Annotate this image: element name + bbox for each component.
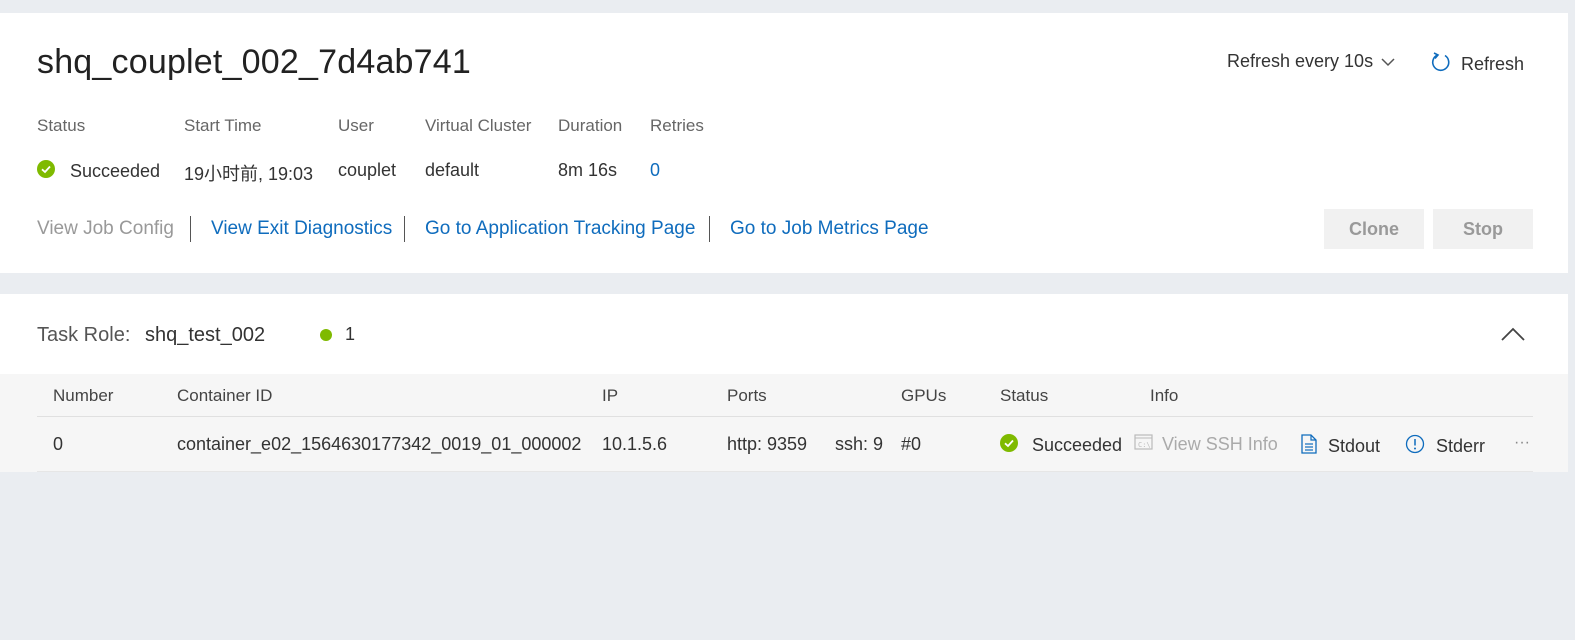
row-divider <box>37 471 1533 472</box>
task-count: 1 <box>320 324 355 345</box>
svg-text:C:\: C:\ <box>1138 441 1151 449</box>
link-divider <box>190 216 191 242</box>
task-table: Number Container ID IP Ports GPUs Status… <box>0 374 1568 472</box>
duration-label: Duration <box>558 116 623 135</box>
cell-port-http: http: 9359 <box>727 434 808 454</box>
start-time-value: 19小时前, 19:03 <box>184 164 314 184</box>
job-summary-card: shq_couplet_002_7d4ab741 Refresh every 1… <box>0 13 1568 273</box>
start-time-label: Start Time <box>184 116 262 135</box>
virtual-cluster-value: default <box>425 160 480 180</box>
cell-number: 0 <box>53 434 64 454</box>
refresh-icon <box>1430 51 1452 78</box>
more-icon[interactable]: ··· <box>1514 434 1530 452</box>
refresh-interval-label: Refresh every 10s <box>1227 51 1374 71</box>
retries-link[interactable]: 0 <box>650 160 660 181</box>
status-value: Succeeded <box>37 160 160 183</box>
info-circle-icon <box>1405 434 1425 459</box>
column-header-ports[interactable]: Ports <box>727 386 767 406</box>
cell-status: Succeeded <box>1000 434 1122 457</box>
check-circle-icon <box>37 160 55 183</box>
task-role-card: Task Role: shq_test_002 1 Number Contain… <box>0 294 1568 472</box>
view-job-config-link[interactable]: View Job Config <box>37 218 174 240</box>
refresh-label: Refresh <box>1461 54 1525 74</box>
status-dot-icon <box>320 328 332 341</box>
task-role-label: Task Role: <box>37 324 131 346</box>
stderr-button[interactable]: Stderr <box>1405 434 1485 459</box>
user-value: couplet <box>338 160 397 180</box>
app-tracking-link[interactable]: Go to Application Tracking Page <box>425 218 695 240</box>
link-divider <box>404 216 405 242</box>
refresh-interval-dropdown[interactable]: Refresh every 10s <box>1227 51 1395 72</box>
header-divider <box>37 416 1533 417</box>
user-label: User <box>338 116 374 135</box>
terminal-icon: C:\ <box>1134 434 1153 455</box>
cell-status-text: Succeeded <box>1032 435 1123 455</box>
view-exit-diagnostics-link[interactable]: View Exit Diagnostics <box>211 218 392 240</box>
retries-label: Retries <box>650 116 704 135</box>
column-header-number[interactable]: Number <box>53 386 113 406</box>
stdout-button[interactable]: Stdout <box>1300 434 1380 459</box>
column-header-info[interactable]: Info <box>1150 386 1178 406</box>
column-header-ip[interactable]: IP <box>602 386 618 406</box>
status-label: Status <box>37 116 86 135</box>
column-header-status[interactable]: Status <box>1000 386 1048 406</box>
link-divider <box>709 216 710 242</box>
task-role-name: shq_test_002 <box>145 324 266 346</box>
status-text: Succeeded <box>70 161 161 181</box>
duration-value: 8m 16s <box>558 160 618 180</box>
stderr-label: Stderr <box>1436 436 1486 456</box>
view-ssh-info-label: View SSH Info <box>1162 434 1278 454</box>
cell-gpus: #0 <box>901 434 922 454</box>
document-icon <box>1300 434 1318 459</box>
job-title: shq_couplet_002_7d4ab741 <box>37 43 471 81</box>
clone-button[interactable]: Clone <box>1324 209 1424 249</box>
view-ssh-info-button[interactable]: C:\ View SSH Info <box>1134 434 1278 455</box>
column-header-gpus[interactable]: GPUs <box>901 386 946 406</box>
cell-container-id: container_e02_1564630177342_0019_01_0000… <box>177 434 582 454</box>
stop-button[interactable]: Stop <box>1433 209 1533 249</box>
stdout-label: Stdout <box>1328 436 1381 456</box>
cell-ip: 10.1.5.6 <box>602 434 668 454</box>
check-circle-icon <box>1000 434 1018 457</box>
task-count-value: 1 <box>345 324 356 344</box>
column-header-container-id[interactable]: Container ID <box>177 386 272 406</box>
chevron-up-icon <box>1500 324 1526 349</box>
virtual-cluster-label: Virtual Cluster <box>425 116 532 135</box>
chevron-down-icon <box>1381 51 1395 72</box>
job-metrics-link[interactable]: Go to Job Metrics Page <box>730 218 929 240</box>
refresh-button[interactable]: Refresh <box>1430 51 1524 78</box>
collapse-button[interactable] <box>1500 324 1526 344</box>
cell-port-ssh: ssh: 9 <box>835 434 884 454</box>
